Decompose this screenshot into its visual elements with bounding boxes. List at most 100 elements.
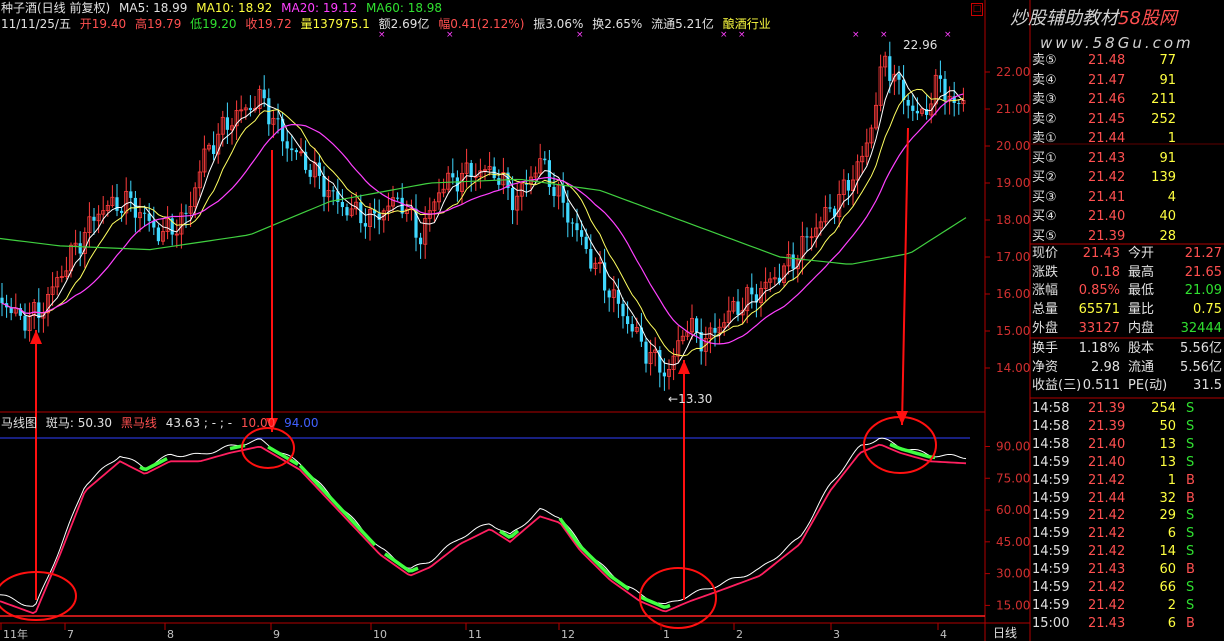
fundamental-row: 收益(三) 0.511 PE(动) 31.5 bbox=[1030, 377, 1224, 395]
price-tick-label: 20.00 bbox=[996, 139, 1030, 153]
tick-row[interactable]: 14:59 21.44 32 B bbox=[1030, 490, 1224, 508]
date-tick-label: 3 bbox=[833, 628, 840, 641]
fund-value: 2.98 bbox=[1091, 359, 1120, 375]
ma20-line bbox=[1, 93, 964, 345]
quote-value: 33127 bbox=[1078, 320, 1120, 336]
candle-body bbox=[345, 207, 349, 216]
period-label[interactable]: 日线 bbox=[993, 626, 1017, 640]
candle-body bbox=[736, 301, 740, 315]
candle-body bbox=[607, 290, 611, 298]
tick-row[interactable]: 14:58 21.40 13 S bbox=[1030, 436, 1224, 454]
tick-row[interactable]: 14:58 21.39 50 S bbox=[1030, 418, 1224, 436]
candle-body bbox=[888, 56, 892, 81]
tick-row[interactable]: 14:59 21.40 13 S bbox=[1030, 454, 1224, 472]
order-book-row[interactable]: 买③ 21.41 4 bbox=[1030, 189, 1224, 207]
tick-row[interactable]: 14:58 21.39 254 S bbox=[1030, 400, 1224, 418]
tick-row[interactable]: 14:59 21.42 66 S bbox=[1030, 579, 1224, 597]
bar-amplitude: 振3.06% bbox=[533, 17, 584, 31]
date-tick-label: 4 bbox=[940, 628, 947, 641]
tick-row[interactable]: 15:00 21.43 6 B bbox=[1030, 615, 1224, 633]
bar-info: 11/11/25/五 开19.40 高19.79 低19.20 收19.72 量… bbox=[1, 17, 776, 31]
order-volume: 77 bbox=[1159, 53, 1176, 68]
arrow-head bbox=[30, 330, 42, 344]
watermark-text: 炒股辅助教材 bbox=[1010, 8, 1118, 29]
quote-row: 外盘 33127 内盘 32444 bbox=[1030, 320, 1224, 338]
candle-body bbox=[566, 202, 570, 223]
order-book-row[interactable]: 卖① 21.44 1 bbox=[1030, 130, 1224, 148]
order-book-row[interactable]: 买① 21.43 91 bbox=[1030, 150, 1224, 168]
order-volume: 252 bbox=[1151, 111, 1176, 127]
date-tick-label: 11 bbox=[468, 628, 482, 641]
tick-row[interactable]: 14:59 21.42 1 B bbox=[1030, 472, 1224, 490]
fundamental-row: 换手 1.18% 股本 5.56亿 bbox=[1030, 340, 1224, 358]
order-book-row[interactable]: 卖② 21.45 252 bbox=[1030, 111, 1224, 129]
bar-low: 低19.20 bbox=[190, 17, 237, 31]
ma10-label: MA10: 18.92 bbox=[196, 1, 273, 15]
arrow-line bbox=[901, 127, 909, 426]
candle-body bbox=[902, 79, 906, 100]
tick-row[interactable]: 14:59 21.42 14 S bbox=[1030, 543, 1224, 561]
fundamental-row: 净资 2.98 流通 5.56亿 bbox=[1030, 359, 1224, 377]
osc-name[interactable]: 马线图 bbox=[1, 416, 37, 430]
price-tick-label: 22.00 bbox=[996, 65, 1030, 79]
candle-body bbox=[575, 223, 579, 231]
date-tick-label: 10 bbox=[373, 628, 387, 641]
oscillator-lines bbox=[0, 437, 967, 615]
candle-body bbox=[621, 303, 625, 317]
candle-body bbox=[589, 248, 593, 269]
candle-body bbox=[419, 237, 423, 245]
osc-black-label: 黑马线 bbox=[120, 416, 157, 430]
tick-side: S bbox=[1186, 436, 1195, 452]
candle-body bbox=[915, 110, 919, 114]
tick-side: S bbox=[1186, 580, 1195, 595]
bar-volume: 量137975.1 bbox=[300, 17, 370, 31]
order-book-row[interactable]: 卖③ 21.46 211 bbox=[1030, 91, 1224, 109]
candle-body bbox=[828, 207, 832, 209]
order-book-row[interactable]: 卖④ 21.47 91 bbox=[1030, 72, 1224, 90]
tick-volume: 6 bbox=[1167, 615, 1176, 631]
order-volume: 40 bbox=[1159, 209, 1176, 224]
osc-tick-label: 90.00 bbox=[996, 439, 1030, 453]
date-tick-label: 11年 bbox=[3, 627, 28, 641]
candle-body bbox=[906, 99, 910, 106]
tick-row[interactable]: 14:59 21.42 29 S bbox=[1030, 507, 1224, 525]
tick-volume: 29 bbox=[1159, 508, 1176, 524]
order-book-row[interactable]: 卖⑤ 21.48 77 bbox=[1030, 52, 1224, 70]
candle-body bbox=[662, 372, 666, 377]
tick-time: 14:59 bbox=[1032, 597, 1070, 613]
tick-volume: 66 bbox=[1159, 580, 1176, 595]
order-price: 21.40 bbox=[1088, 209, 1126, 224]
candle-body bbox=[630, 324, 634, 332]
quote-label: 内盘 bbox=[1128, 320, 1155, 336]
osc-green-segment bbox=[298, 464, 377, 547]
order-book-row[interactable]: 买④ 21.40 40 bbox=[1030, 208, 1224, 226]
date-tick-label: 1 bbox=[663, 628, 670, 641]
bar-open: 开19.40 bbox=[79, 17, 127, 31]
fund-value: 31.5 bbox=[1193, 378, 1222, 393]
highlight-circle bbox=[863, 416, 937, 474]
order-price: 21.47 bbox=[1088, 72, 1126, 88]
order-price: 21.48 bbox=[1088, 53, 1126, 68]
tick-row[interactable]: 14:59 21.42 6 S bbox=[1030, 525, 1224, 543]
signal-marker: × bbox=[738, 30, 746, 40]
tick-time: 14:59 bbox=[1032, 490, 1070, 506]
date-tick-label: 12 bbox=[561, 628, 575, 641]
fund-label: PE(动) bbox=[1128, 378, 1168, 393]
watermark-site: 58股网 bbox=[1118, 8, 1177, 29]
tick-price: 21.43 bbox=[1088, 615, 1126, 631]
watermark-url: www.58Gu.com bbox=[1040, 34, 1194, 52]
order-book-row[interactable]: 买⑤ 21.39 28 bbox=[1030, 228, 1224, 246]
order-book-row[interactable]: 买② 21.42 139 bbox=[1030, 169, 1224, 187]
osc-green-segment bbox=[499, 529, 520, 539]
tick-row[interactable]: 14:59 21.42 2 S bbox=[1030, 597, 1224, 615]
stock-name[interactable]: 种子酒(日线 前复权) bbox=[1, 1, 110, 15]
order-volume: 1 bbox=[1167, 131, 1176, 146]
candle-body bbox=[23, 315, 27, 331]
tick-row[interactable]: 14:59 21.43 60 B bbox=[1030, 561, 1224, 579]
tick-time: 14:59 bbox=[1032, 454, 1070, 470]
quote-label: 涨跌 bbox=[1032, 264, 1059, 280]
candle-body bbox=[396, 197, 400, 199]
quote-label: 现价 bbox=[1032, 246, 1059, 261]
close-icon[interactable]: □ bbox=[971, 3, 983, 16]
candle-body bbox=[290, 148, 294, 151]
